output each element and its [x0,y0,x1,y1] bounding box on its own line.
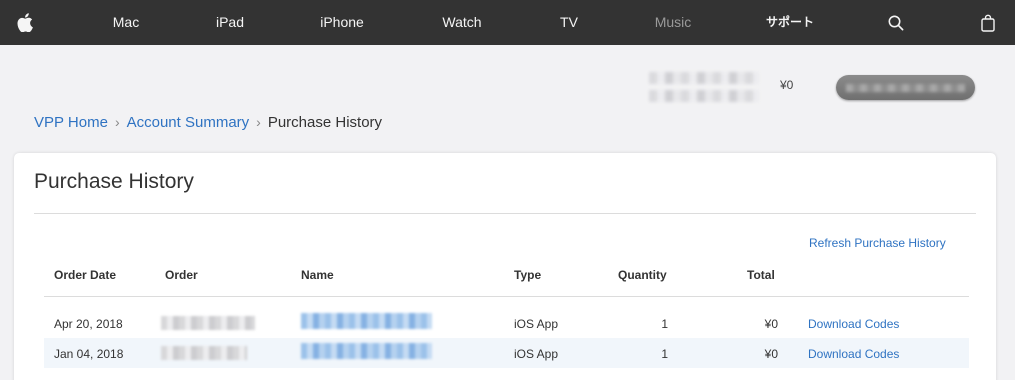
redacted-app-name-link[interactable] [301,313,432,329]
quantity-cell: 1 [661,347,668,361]
account-balance: ¥0 [780,78,794,92]
table-row: Apr 20, 2018 iOS App 1 ¥0 Download Codes [44,308,969,338]
column-header-quantity: Quantity [618,268,667,282]
breadcrumb-separator-icon: › [114,114,120,130]
nav-item-support[interactable]: サポート [766,0,814,45]
page-title: Purchase History [34,170,194,193]
nav-item-music[interactable]: Music [655,0,692,45]
total-cell: ¥0 [764,347,778,361]
title-divider [34,213,976,214]
column-header-order: Order [165,268,198,282]
shopping-bag-icon[interactable] [979,0,997,45]
column-header-name: Name [301,268,334,282]
table-header-divider [44,296,969,297]
redacted-account-email [649,90,759,102]
quantity-cell: 1 [661,317,668,331]
table-row: Jan 04, 2018 iOS App 1 ¥0 Download Codes [44,338,969,368]
nav-item-watch[interactable]: Watch [442,0,481,45]
download-codes-link[interactable]: Download Codes [808,347,899,361]
breadcrumb: VPP Home › Account Summary › Purchase Histor… [34,114,382,131]
refresh-purchase-history-link[interactable]: Refresh Purchase History [809,236,946,250]
nav-item-mac[interactable]: Mac [113,0,139,45]
nav-item-ipad[interactable]: iPad [216,0,244,45]
redacted-account-name [649,72,759,84]
column-header-order-date: Order Date [54,268,117,282]
apple-logo-icon[interactable] [14,0,36,45]
redacted-account-button-label [846,84,965,92]
column-header-total: Total [747,268,775,282]
breadcrumb-current-page: Purchase History [267,114,383,131]
account-menu-button[interactable] [836,75,975,100]
global-nav: Mac iPad iPhone Watch TV Music サポート [0,0,1015,45]
download-codes-link[interactable]: Download Codes [808,317,899,331]
column-header-type: Type [514,268,542,282]
total-cell: ¥0 [764,317,778,331]
type-cell: iOS App [514,347,559,361]
redacted-order-id [161,346,247,360]
breadcrumb-separator-icon: › [256,114,261,130]
breadcrumb-vpp-home[interactable]: VPP Home [34,114,108,131]
type-cell: iOS App [514,317,559,331]
redacted-app-name-link[interactable] [301,343,432,359]
order-date-cell: Apr 20, 2018 [54,317,123,331]
nav-item-iphone[interactable]: iPhone [320,0,364,45]
purchase-history-card: Purchase History Refresh Purchase Histor… [14,153,996,380]
nav-item-tv[interactable]: TV [560,0,578,45]
order-date-cell: Jan 04, 2018 [54,347,124,361]
search-icon[interactable] [886,0,906,45]
redacted-order-id [161,316,255,330]
breadcrumb-account-summary[interactable]: Account Summary [127,114,250,131]
